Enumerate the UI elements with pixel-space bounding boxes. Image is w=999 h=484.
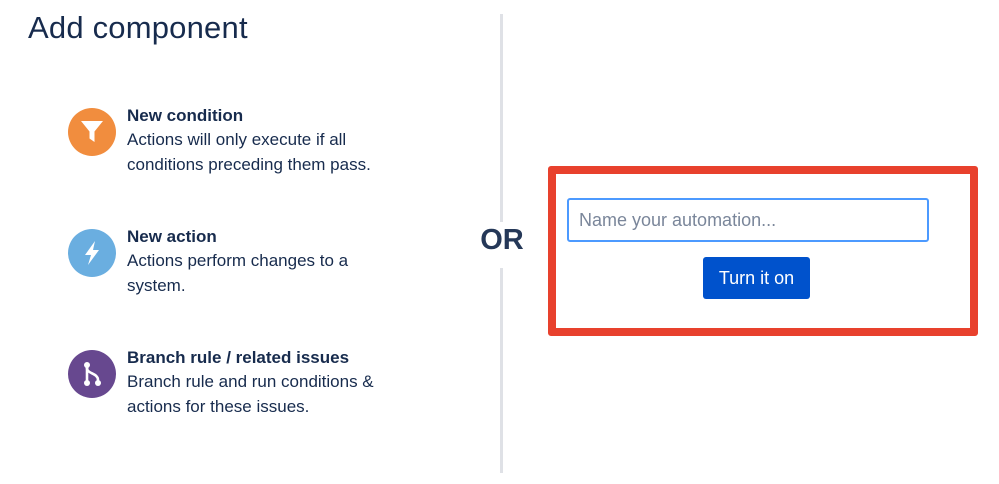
new-action-option[interactable]: New action Actions perform changes to a … — [68, 226, 417, 298]
new-condition-description-line2: conditions preceding them pass. — [127, 155, 371, 174]
new-condition-option[interactable]: New condition Actions will only execute … — [68, 105, 417, 177]
branch-rule-text: Branch rule / related issues Branch rule… — [127, 347, 417, 419]
page-title: Add component — [28, 10, 248, 45]
branch-rule-description-line2: actions for these issues. — [127, 397, 310, 416]
new-action-description-line1: Actions perform changes to a — [127, 251, 349, 270]
vertical-divider-bottom — [500, 268, 503, 473]
vertical-divider-top — [500, 14, 503, 222]
branch-rule-description: Branch rule and run conditions & actions… — [127, 369, 417, 419]
new-condition-text: New condition Actions will only execute … — [127, 105, 417, 177]
branch-rule-description-line1: Branch rule and run conditions & — [127, 372, 374, 391]
or-separator-label: OR — [480, 224, 524, 256]
new-condition-description-line1: Actions will only execute if all — [127, 130, 347, 149]
branch-rule-option[interactable]: Branch rule / related issues Branch rule… — [68, 347, 417, 419]
new-condition-description: Actions will only execute if all conditi… — [127, 127, 417, 177]
lightning-icon — [68, 229, 116, 277]
new-condition-title: New condition — [127, 106, 244, 125]
branch-icon — [68, 350, 116, 398]
filter-icon — [68, 108, 116, 156]
new-action-text: New action Actions perform changes to a … — [127, 226, 417, 298]
branch-rule-title: Branch rule / related issues — [127, 348, 350, 367]
automation-name-input[interactable] — [567, 198, 929, 242]
turn-it-on-button[interactable]: Turn it on — [703, 257, 810, 299]
automation-highlight-box: Turn it on — [548, 166, 978, 336]
new-action-title: New action — [127, 227, 217, 246]
new-action-description: Actions perform changes to a system. — [127, 248, 417, 298]
new-action-description-line2: system. — [127, 276, 186, 295]
